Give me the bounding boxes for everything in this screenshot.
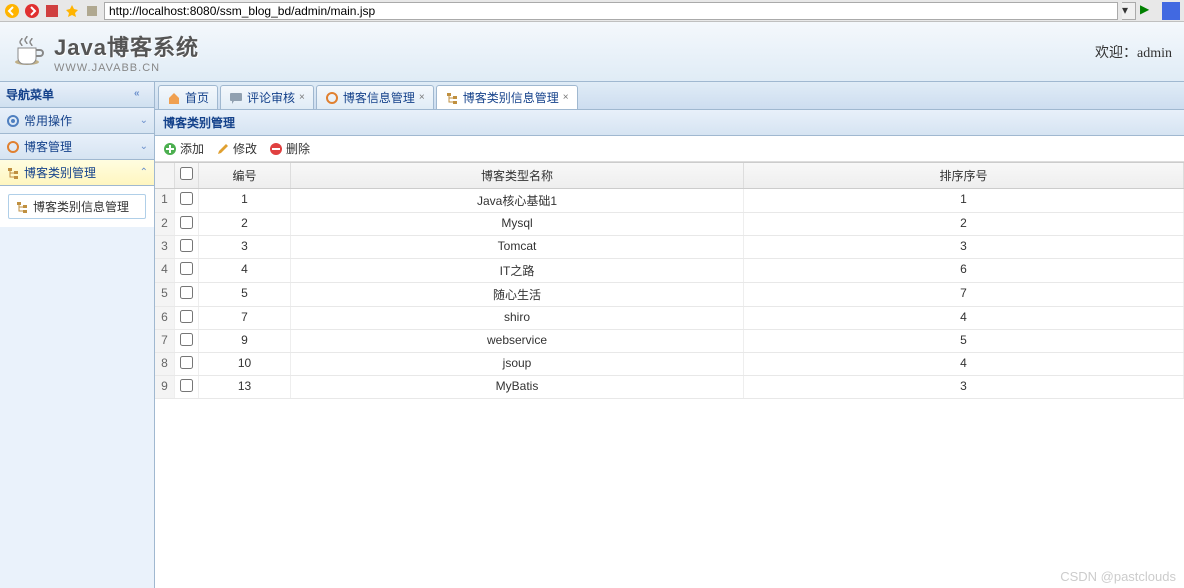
minus-icon [269,142,283,156]
row-checkbox[interactable] [180,356,193,369]
nav-title: 导航菜单 [6,86,54,103]
logo-title: Java博客系统 [54,30,199,62]
table-row[interactable]: 11Java核心基础11 [155,189,1184,213]
table-row[interactable]: 33Tomcat3 [155,236,1184,259]
logo: Java博客系统 WWW.JAVABB.CN [12,30,199,74]
chevron-down-icon: ⌄ [140,141,148,152]
row-checkbox[interactable] [180,333,193,346]
table-row[interactable]: 55随心生活7 [155,283,1184,307]
panel-title: 博客类别管理 [155,110,1184,136]
table-row[interactable]: 44IT之路6 [155,259,1184,283]
edit-button[interactable]: 修改 [216,140,257,157]
nav-header: 导航菜单 « [0,82,154,108]
tree-icon [15,200,29,214]
table-row[interactable]: 22Mysql2 [155,213,1184,236]
table-row[interactable]: 79webservice5 [155,330,1184,353]
table-row[interactable]: 913MyBatis3 [155,376,1184,399]
row-checkbox[interactable] [180,239,193,252]
chevron-up-icon: ⌃ [140,167,148,178]
row-checkbox[interactable] [180,286,193,299]
tab-bar: 首页评论审核×博客信息管理×博客类别信息管理× [155,82,1184,110]
sidebar: 导航菜单 « 常用操作 ⌄ 博客管理 ⌄ 博客类别管理 ⌃ 博客类别信息管理 [0,82,155,588]
content-area: 首页评论审核×博客信息管理×博客类别信息管理× 博客类别管理 添加 修改 删除 … [155,82,1184,588]
close-icon[interactable]: × [563,92,569,103]
tab-博客信息管理[interactable]: 博客信息管理× [316,85,434,109]
logo-subtitle: WWW.JAVABB.CN [54,62,199,74]
select-all-checkbox[interactable] [180,167,193,180]
coffee-icon [12,34,48,70]
chevron-down-icon: ⌄ [140,115,148,126]
welcome-text: 欢迎：admin [1095,42,1172,62]
plus-icon [163,142,177,156]
forward-icon[interactable] [24,3,40,19]
url-input[interactable] [104,2,1118,20]
col-header-name[interactable]: 博客类型名称 [291,163,744,188]
tab-首页[interactable]: 首页 [158,85,218,109]
row-checkbox[interactable] [180,262,193,275]
table-row[interactable]: 810jsoup4 [155,353,1184,376]
app-header: Java博客系统 WWW.JAVABB.CN 欢迎：admin [0,22,1184,82]
back-icon[interactable] [4,3,20,19]
row-checkbox[interactable] [180,192,193,205]
add-button[interactable]: 添加 [163,140,204,157]
data-grid: 编号 博客类型名称 排序序号 11Java核心基础1122Mysql233Tom… [155,162,1184,399]
go-icon[interactable]: ▶ [1140,2,1158,20]
table-row[interactable]: 67shiro4 [155,307,1184,330]
gear-icon [6,114,20,128]
collapse-icon[interactable]: « [134,88,148,102]
home-icon[interactable] [84,3,100,19]
sidebar-item-common[interactable]: 常用操作 ⌄ [0,108,154,134]
close-icon[interactable]: × [299,92,305,103]
tree-item-category-info[interactable]: 博客类别信息管理 [8,194,146,219]
row-checkbox[interactable] [180,379,193,392]
tree-icon [6,166,20,180]
stop-icon[interactable] [1162,2,1180,20]
refresh-icon[interactable] [44,3,60,19]
row-checkbox[interactable] [180,216,193,229]
watermark: CSDN @pastclouds [1060,569,1176,584]
col-header-id[interactable]: 编号 [199,163,291,188]
delete-button[interactable]: 删除 [269,140,310,157]
grid-header: 编号 博客类型名称 排序序号 [155,163,1184,189]
close-icon[interactable]: × [419,92,425,103]
row-checkbox[interactable] [180,310,193,323]
tab-博客类别信息管理[interactable]: 博客类别信息管理× [436,85,578,109]
circle-icon [6,140,20,154]
toolbar: 添加 修改 删除 [155,136,1184,162]
tab-评论审核[interactable]: 评论审核× [220,85,314,109]
bookmark-icon[interactable] [64,3,80,19]
pencil-icon [216,142,230,156]
tree-panel: 博客类别信息管理 [0,186,154,227]
col-header-sort[interactable]: 排序序号 [744,163,1184,188]
url-dropdown-icon[interactable]: ▾ [1122,2,1136,20]
browser-toolbar: ▾ ▶ [0,0,1184,22]
sidebar-item-category[interactable]: 博客类别管理 ⌃ [0,160,154,186]
sidebar-item-blog[interactable]: 博客管理 ⌄ [0,134,154,160]
